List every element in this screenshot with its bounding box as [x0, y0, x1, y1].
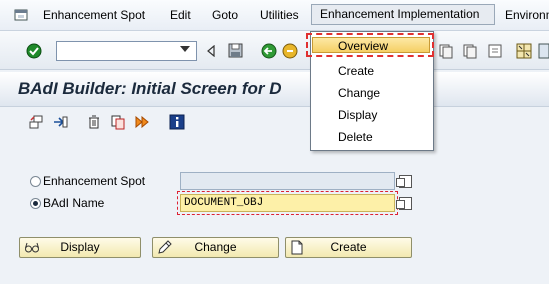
- badi-name-input[interactable]: DOCUMENT_OBJ: [180, 194, 395, 212]
- display-button[interactable]: Display: [19, 237, 141, 258]
- layout-settings-icon[interactable]: [538, 43, 549, 59]
- layout-icon[interactable]: [516, 43, 532, 59]
- other-object-icon[interactable]: [28, 114, 44, 130]
- pencil-icon: [158, 240, 172, 254]
- radio-enhancement-spot[interactable]: [30, 176, 41, 187]
- activate-icon[interactable]: [134, 114, 150, 130]
- glasses-icon: [25, 242, 39, 253]
- radio-badi-name[interactable]: [30, 198, 41, 209]
- enter-checkmark-icon[interactable]: [26, 43, 42, 59]
- enhancement-spot-label: Enhancement Spot: [43, 174, 146, 188]
- information-icon[interactable]: [169, 114, 185, 130]
- menu-enhancement-spot[interactable]: Enhancement Spot: [43, 8, 145, 22]
- copy-icon[interactable]: [110, 114, 126, 130]
- menu-utilities[interactable]: Utilities: [260, 8, 299, 22]
- first-page-icon[interactable]: [487, 43, 503, 59]
- value-help-icon[interactable]: [396, 197, 412, 210]
- dropdown-item-display[interactable]: Display: [338, 108, 377, 122]
- new-document-icon: [291, 240, 303, 255]
- page-title: BAdI Builder: Initial Screen for D: [18, 79, 282, 98]
- dropdown-item-change[interactable]: Change: [338, 86, 380, 100]
- exit-icon[interactable]: [282, 43, 298, 59]
- create-button-label: Create: [330, 240, 367, 254]
- value-help-icon[interactable]: [396, 175, 412, 188]
- menu-environment[interactable]: Environm: [505, 8, 549, 22]
- dropdown-item-overview[interactable]: Overview: [338, 39, 388, 53]
- chevron-down-icon[interactable]: [180, 46, 190, 52]
- find-next-icon[interactable]: [462, 43, 478, 59]
- enhancement-spot-input[interactable]: [180, 172, 395, 190]
- menu-edit[interactable]: Edit: [170, 8, 191, 22]
- dropdown-item-create[interactable]: Create: [338, 64, 374, 78]
- menu-enhancement-implementation[interactable]: Enhancement Implementation: [311, 4, 495, 25]
- menu-goto[interactable]: Goto: [212, 8, 238, 22]
- back-green-icon[interactable]: [261, 43, 277, 59]
- system-menu-icon[interactable]: [14, 8, 29, 21]
- display-button-label: Display: [60, 240, 100, 254]
- where-used-icon[interactable]: [52, 114, 68, 130]
- back-arrow-icon[interactable]: [206, 45, 216, 57]
- change-button[interactable]: Change: [152, 237, 279, 258]
- dropdown-item-delete[interactable]: Delete: [338, 130, 373, 144]
- badi-name-label: BAdI Name: [43, 196, 105, 210]
- application-toolbar: [0, 107, 549, 139]
- find-icon[interactable]: [438, 43, 454, 59]
- change-button-label: Change: [194, 240, 237, 254]
- delete-trash-icon[interactable]: [86, 114, 102, 130]
- create-button[interactable]: Create: [285, 237, 412, 258]
- command-field[interactable]: [56, 41, 197, 61]
- save-icon[interactable]: [228, 43, 243, 58]
